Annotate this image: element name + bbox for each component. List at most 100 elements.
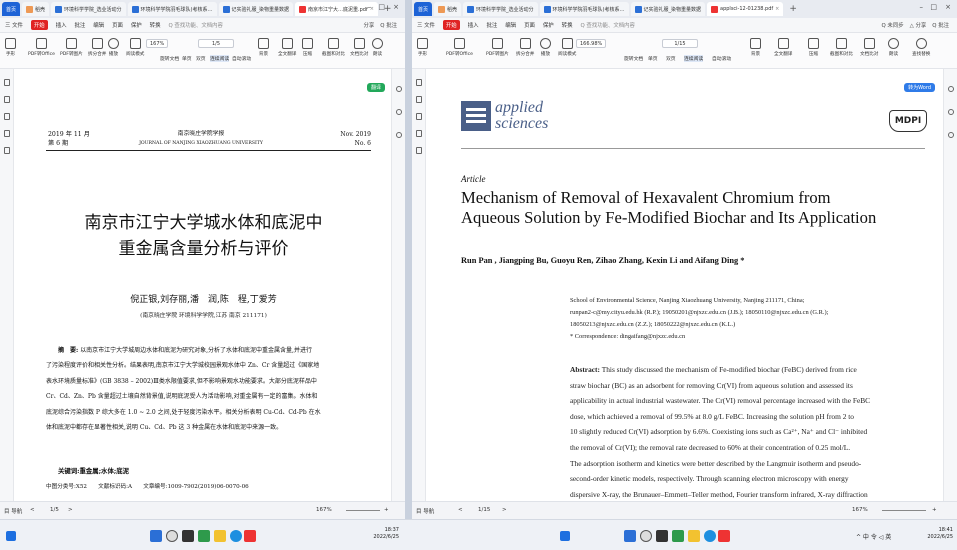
signature-icon[interactable]	[416, 147, 422, 154]
menu-search[interactable]: Q 查找功能、文档内容	[168, 21, 222, 29]
status-zoom[interactable]: 167%	[316, 507, 332, 513]
double-page-button[interactable]: 双页	[666, 55, 676, 62]
translate-badge[interactable]: 翻译	[366, 83, 385, 92]
page-input[interactable]: 1/5	[198, 39, 234, 48]
next-page-button[interactable]: >	[502, 507, 507, 513]
status-page[interactable]: 1/5	[50, 507, 59, 513]
close-icon[interactable]: ×	[393, 3, 399, 11]
pdf-to-office-button[interactable]: PDF转Office	[446, 38, 473, 57]
share-button[interactable]: △ 分享	[910, 21, 927, 29]
sync-status[interactable]: Q 未同步	[881, 21, 903, 29]
auto-scroll-button[interactable]: 自动滚动	[232, 55, 251, 62]
menu-comment[interactable]: 批注	[486, 21, 497, 29]
tab-4[interactable]: 记实验礼服_染物重量数据	[630, 2, 706, 16]
compress-button[interactable]: 压缩	[302, 38, 313, 57]
compare-button[interactable]: 文档比对	[350, 38, 368, 57]
prev-page-button[interactable]: <	[30, 507, 35, 513]
hand-tool[interactable]: 手形	[417, 38, 428, 57]
page-input[interactable]: 1/15	[662, 39, 698, 48]
task-view-icon[interactable]	[182, 530, 194, 542]
split-merge-button[interactable]: 拆分合并	[88, 38, 106, 57]
search-icon-right[interactable]	[640, 530, 652, 542]
tab-3[interactable]: 环境科学学院羽毛球队(考核系…	[539, 2, 629, 16]
zoom-input[interactable]: 166.98%	[576, 39, 607, 48]
continuous-button[interactable]: 连续阅读	[210, 55, 230, 62]
read-mode-button[interactable]: 阅读模式	[126, 38, 144, 57]
zoom-slider[interactable]	[346, 510, 380, 511]
tab-1[interactable]: 稻壳	[434, 2, 462, 16]
pdf-to-image-button[interactable]: PDF转图片	[60, 38, 83, 57]
select-icon[interactable]	[948, 109, 954, 115]
task-view-icon-right[interactable]	[656, 530, 668, 542]
hand-tool[interactable]: 手形	[5, 38, 16, 57]
start-icon[interactable]	[6, 531, 16, 541]
menu-page[interactable]: 页面	[524, 21, 535, 29]
tab-0[interactable]: 首页	[2, 2, 21, 16]
pdf-to-office-button[interactable]: PDF转Office	[28, 38, 55, 57]
thumbnail-icon[interactable]	[416, 96, 422, 103]
menu-start[interactable]: 开始	[30, 20, 48, 30]
menu-insert[interactable]: 插入	[56, 21, 67, 29]
next-page-button[interactable]: >	[68, 507, 73, 513]
edge-icon[interactable]	[230, 530, 242, 542]
menu-comment[interactable]: 批注	[74, 21, 85, 29]
minimize-icon[interactable]: –	[368, 3, 372, 11]
menu-start[interactable]: 开始	[442, 20, 460, 30]
share-button[interactable]: 分享	[363, 21, 374, 29]
chat-icon-right[interactable]	[672, 530, 684, 542]
minimize-icon[interactable]: –	[920, 3, 924, 11]
play-button[interactable]: 播放	[108, 38, 119, 57]
comment-icon[interactable]	[416, 113, 422, 120]
tab-2[interactable]: 环境科学学院_选业活动分	[51, 2, 126, 16]
double-page-button[interactable]: 双页	[196, 55, 206, 62]
status-zoom[interactable]: 167%	[852, 507, 868, 513]
single-page-button[interactable]: 单页	[182, 55, 192, 62]
continuous-button[interactable]: 连续阅读	[684, 55, 704, 62]
zoom-input[interactable]: 167%	[146, 39, 169, 48]
menu-convert[interactable]: 转换	[562, 21, 573, 29]
start-icon-right[interactable]	[560, 531, 570, 541]
auto-scroll-button[interactable]: 自动滚动	[712, 55, 731, 62]
search-icon[interactable]	[166, 530, 178, 542]
menu-edit[interactable]: 编辑	[93, 21, 104, 29]
tab-4[interactable]: 记实验礼服_染物重量数据	[218, 2, 294, 16]
tab-5[interactable]: 南京市江宁大…底泥重.pdf ×	[295, 2, 378, 16]
translate-button[interactable]: 全文翻译	[774, 38, 792, 57]
pdf-to-image-button[interactable]: PDF转图片	[486, 38, 509, 57]
zoom-icon[interactable]	[396, 86, 402, 92]
settings-icon[interactable]	[948, 132, 954, 138]
bookmark-icon[interactable]	[4, 79, 10, 86]
screenshot-button[interactable]: 截图和对比	[322, 38, 345, 57]
attachment-icon[interactable]	[416, 130, 422, 137]
play-button[interactable]: 播放	[540, 38, 551, 57]
menu-insert[interactable]: 插入	[468, 21, 479, 29]
file-explorer-icon[interactable]	[214, 530, 226, 542]
system-tray[interactable]: ^ 中 令 ◁ 英	[856, 532, 891, 541]
file-explorer-icon-right[interactable]	[688, 530, 700, 542]
wps-icon[interactable]	[244, 530, 256, 542]
prev-page-button[interactable]: <	[458, 507, 463, 513]
new-tab-icon[interactable]: +	[785, 4, 801, 14]
status-page[interactable]: 1/15	[478, 507, 490, 513]
attachment-icon[interactable]	[4, 130, 10, 137]
background-button[interactable]: 背景	[750, 38, 761, 57]
comment-button[interactable]: Q 批注	[932, 21, 949, 29]
bookmark-icon[interactable]	[416, 79, 422, 86]
compare-button[interactable]: 文档比对	[860, 38, 878, 57]
signature-icon[interactable]	[4, 147, 10, 154]
menu-search[interactable]: Q 查找功能、文档内容	[580, 21, 634, 29]
screenshot-button[interactable]: 截图和对比	[830, 38, 853, 57]
menu-page[interactable]: 页面	[112, 21, 123, 29]
nav-button[interactable]: 目 导航	[4, 507, 22, 515]
menu-protect[interactable]: 保护	[543, 21, 554, 29]
close-tab-icon[interactable]: ×	[775, 6, 779, 12]
edge-icon-right[interactable]	[704, 530, 716, 542]
tab-0[interactable]: 首页	[414, 2, 433, 16]
translate-button[interactable]: 全文翻译	[278, 38, 296, 57]
wps-icon-right[interactable]	[718, 530, 730, 542]
read-mode-button[interactable]: 阅读模式	[558, 38, 576, 57]
file-menu[interactable]: 三 文件	[5, 21, 23, 29]
file-menu[interactable]: 三 文件	[417, 21, 435, 29]
nav-button[interactable]: 目 导航	[416, 507, 434, 515]
settings-icon[interactable]	[396, 132, 402, 138]
